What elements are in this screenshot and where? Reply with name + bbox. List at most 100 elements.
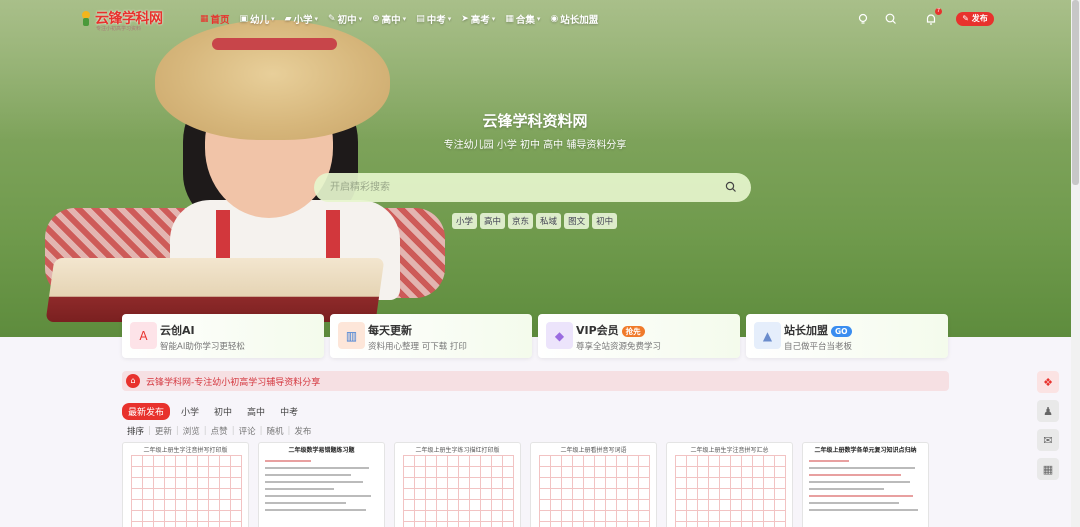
- sort-random[interactable]: 随机: [266, 425, 283, 437]
- site-logo[interactable]: 云锋学科网 专注小初高学习资料: [80, 8, 163, 32]
- feature-card-desc: 资料用心整理 可下载 打印: [368, 342, 467, 352]
- search-input[interactable]: [330, 180, 710, 195]
- chevron-down-icon: ▾: [358, 15, 363, 23]
- feature-card-title: 每天更新: [368, 324, 412, 337]
- document-card[interactable]: 二年级上册生字练习描红打印版: [394, 442, 521, 527]
- qrcode-icon[interactable]: ▦: [1037, 458, 1059, 480]
- hero-banner: 云锋学科资料网 专注幼儿园 小学 初中 高中 辅导资料分享 小学 高中 京东 私…: [0, 0, 1071, 337]
- menu-item-label: 小学: [293, 15, 313, 26]
- feature-card-vip[interactable]: ◆ VIP会员 抢先 尊享全站资源免费学习: [538, 314, 740, 358]
- document-thumbnail: [265, 455, 380, 516]
- feature-card-ai[interactable]: A 云创AI 智能AI助你学习更轻松: [122, 314, 324, 358]
- sort-likes[interactable]: 点赞: [211, 425, 228, 437]
- menu-item-zhongkao[interactable]: ▤ 中考 ▾: [416, 12, 451, 26]
- publish-label: 发布: [971, 14, 988, 23]
- join-icon: ◉: [550, 14, 559, 24]
- gaokao-icon: ➤: [461, 14, 469, 24]
- gift-icon[interactable]: ❖: [1037, 371, 1059, 393]
- qq-icon[interactable]: ♟: [1037, 400, 1059, 422]
- document-card[interactable]: 二年级上册看拼音写词语: [530, 442, 657, 527]
- theme-bulb-icon[interactable]: [856, 12, 870, 26]
- zhongkao-icon: ▤: [416, 14, 425, 24]
- document-card[interactable]: 二年级上册生字注音拼写打印版: [122, 442, 249, 527]
- sort-comments[interactable]: 评论: [239, 425, 256, 437]
- search-icon[interactable]: [725, 181, 737, 193]
- tab-primary[interactable]: 小学: [177, 403, 203, 420]
- notice-text[interactable]: 云锋学科网-专注幼小初高学习辅导资料分享: [146, 375, 320, 388]
- menu-item-label: 合集: [515, 15, 535, 26]
- divider: |: [203, 426, 207, 436]
- sort-options: 排序 | 更新 | 浏览 | 点赞 | 评论 | 随机 | 发布: [127, 425, 311, 437]
- tab-latest[interactable]: 最新发布: [122, 403, 171, 420]
- category-tabs: 最新发布 小学 初中 高中 中考: [122, 403, 302, 420]
- sort-publish[interactable]: 发布: [294, 425, 311, 437]
- wechat-icon[interactable]: ✉: [1037, 429, 1059, 451]
- hot-tag[interactable]: 私域: [536, 213, 562, 229]
- senior-icon: ⊕: [372, 14, 380, 24]
- hot-tag[interactable]: 京东: [508, 213, 534, 229]
- sort-update[interactable]: 更新: [155, 425, 172, 437]
- menu-item-junior[interactable]: ✎ 初中 ▾: [328, 12, 362, 26]
- divider: |: [287, 426, 291, 436]
- junior-icon: ✎: [328, 14, 336, 24]
- sort-views[interactable]: 浏览: [183, 425, 200, 437]
- divider: |: [175, 426, 179, 436]
- hot-tag[interactable]: 初中: [592, 213, 618, 229]
- vip-diamond-icon: ◆: [546, 322, 573, 349]
- collection-icon: ▦: [505, 14, 514, 24]
- menu-item-kids[interactable]: ▣ 幼儿 ▾: [240, 12, 275, 26]
- hot-tag[interactable]: 小学: [452, 213, 478, 229]
- menu-item-senior[interactable]: ⊕ 高中 ▾: [372, 12, 406, 26]
- document-card[interactable]: 二年级上册生字注音拼写汇总: [666, 442, 793, 527]
- document-thumbnail: [403, 455, 514, 527]
- feature-card-daily-update[interactable]: ▥ 每天更新 资料用心整理 可下载 打印: [330, 314, 532, 358]
- notification-badge: 7: [935, 8, 942, 15]
- document-title: 二年级上册看拼音写词语: [560, 447, 627, 454]
- document-title: 二年级上册生字注音拼写打印版: [143, 447, 228, 454]
- hero-hat-band-image: [212, 38, 337, 50]
- publish-button[interactable]: ✎ 发布: [956, 12, 994, 26]
- chevron-down-icon: ▾: [314, 15, 319, 23]
- document-list: 二年级上册生字注音拼写打印版 二年级数学易错题练习题 二年级上册生字练习描红打印…: [122, 442, 929, 527]
- feature-card-join[interactable]: ▲ 站长加盟 GO 自己做平台当老板: [746, 314, 948, 358]
- hero-search-box: [314, 173, 751, 202]
- divider: |: [231, 426, 235, 436]
- chevron-down-icon: ▾: [447, 15, 452, 23]
- hot-tag[interactable]: 图文: [564, 213, 590, 229]
- ai-icon: A: [130, 322, 157, 349]
- logo-mark-icon: [82, 11, 90, 26]
- menu-item-label: 站长加盟: [560, 15, 599, 26]
- book-icon: ▥: [338, 322, 365, 349]
- hero-book-image: [45, 258, 385, 322]
- primary-icon: ▰: [284, 14, 292, 24]
- document-card[interactable]: 二年级上册数学各单元复习知识点归纳: [802, 442, 929, 527]
- divider: |: [259, 426, 263, 436]
- menu-item-gaokao[interactable]: ➤ 高考 ▾: [461, 12, 495, 26]
- feature-card-title: 云创AI: [160, 324, 195, 337]
- menu-item-home[interactable]: ▦ 首页: [200, 12, 230, 26]
- document-card[interactable]: 二年级数学易错题练习题: [258, 442, 385, 527]
- menu-item-join[interactable]: ◉ 站长加盟: [550, 12, 598, 26]
- divider: |: [148, 426, 151, 436]
- page-scrollbar[interactable]: [1071, 0, 1080, 527]
- feature-card-badge: GO: [831, 325, 852, 337]
- document-thumbnail: [809, 455, 924, 516]
- menu-item-primary[interactable]: ▰ 小学 ▾: [285, 12, 318, 26]
- tab-junior[interactable]: 初中: [210, 403, 236, 420]
- nav-search-icon[interactable]: [884, 12, 898, 26]
- hot-tag[interactable]: 高中: [480, 213, 506, 229]
- kids-icon: ▣: [239, 14, 249, 24]
- tab-zhongkao[interactable]: 中考: [276, 403, 302, 420]
- top-nav: 云锋学科网 专注小初高学习资料 ▦ 首页 ▣ 幼儿 ▾ ▰ 小学 ▾ ✎ 初中 …: [0, 0, 1071, 38]
- scrollbar-thumb[interactable]: [1072, 0, 1079, 185]
- feature-card-badge: 抢先: [621, 325, 645, 337]
- menu-item-collection[interactable]: ▦ 合集 ▾: [505, 12, 540, 26]
- chevron-down-icon: ▾: [271, 15, 275, 23]
- chevron-down-icon: ▾: [491, 15, 496, 23]
- logo-subtext: 专注小初高学习资料: [96, 26, 142, 32]
- menu-item-label: 中考: [426, 15, 446, 26]
- tab-senior[interactable]: 高中: [243, 403, 269, 420]
- home-icon[interactable]: ⌂: [126, 374, 140, 388]
- chevron-down-icon: ▾: [402, 15, 407, 23]
- feature-card-desc: 自己做平台当老板: [784, 342, 853, 352]
